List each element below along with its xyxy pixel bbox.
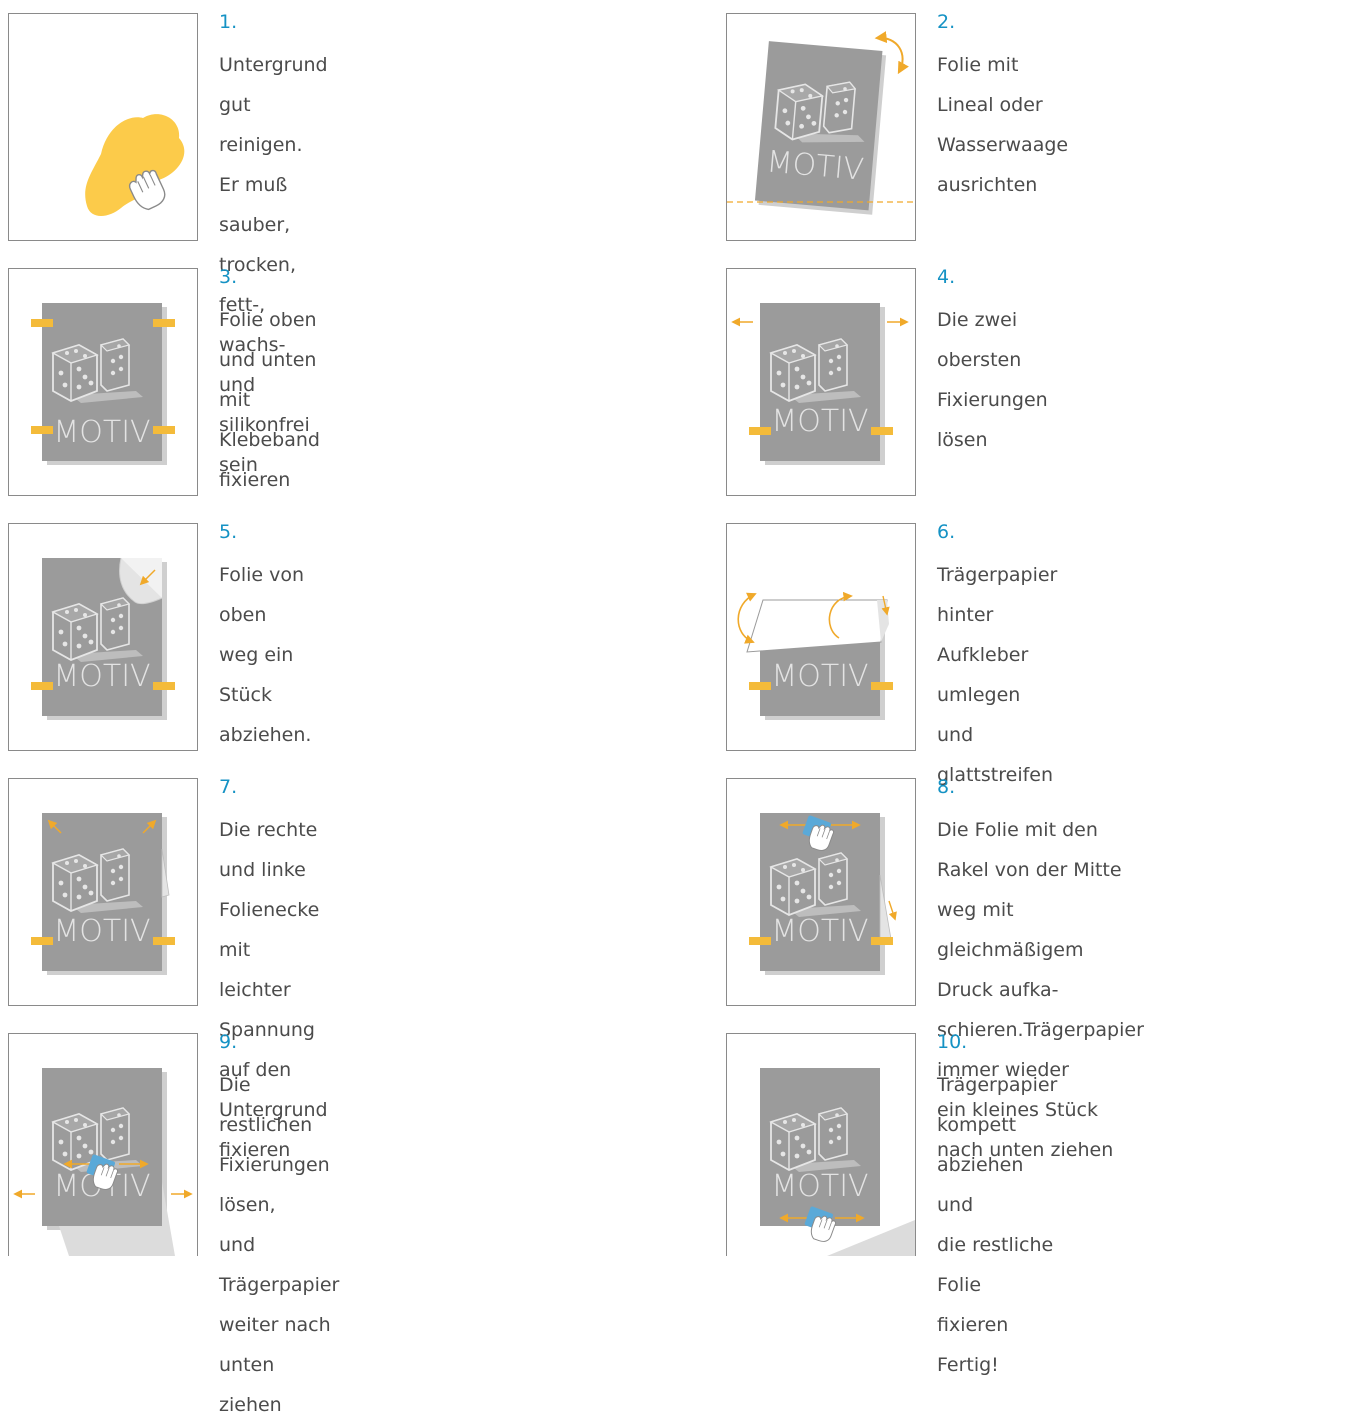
step-4-illustration: MOTIV [726, 268, 916, 496]
step-number: 1. [219, 11, 238, 33]
step-number: 8. [937, 776, 956, 798]
step-description: Folie oben und unten mit Klebeband fixie… [219, 309, 320, 491]
motif-label: MOTIV [53, 659, 150, 694]
motif-label: MOTIV [53, 914, 150, 949]
motif-label: MOTIV [771, 914, 868, 949]
step-description: Trägerpapier hinter Aufkleber umlegen un… [937, 564, 1058, 786]
step-number: 2. [937, 11, 956, 33]
step-2-illustration: MOTIV [726, 13, 916, 241]
motif-label: MOTIV [771, 1169, 868, 1204]
step-description: Folie mit Lineal oder Wasserwaage ausric… [937, 54, 1069, 196]
step-number: 3. [219, 266, 238, 288]
step-number: 9. [219, 1031, 238, 1053]
step-number: 5. [219, 521, 238, 543]
step-description: Die restlichen Fixierungen lösen, und Tr… [219, 1074, 340, 1416]
step-6-illustration: MOTIV [726, 523, 916, 751]
step-description: Trägerpapier kompett abziehen und die re… [937, 1074, 1058, 1376]
step-3-illustration: MOTIV [8, 268, 198, 496]
step-number: 7. [219, 776, 238, 798]
step-number: 10. [937, 1031, 968, 1053]
step-9-illustration: MOTIV [8, 1033, 198, 1256]
motif-label: MOTIV [53, 415, 150, 450]
motif-label: MOTIV [771, 659, 868, 694]
step-7-illustration: MOTIV [8, 778, 198, 1006]
step-number: 4. [937, 266, 956, 288]
step-number: 6. [937, 521, 956, 543]
step-description: Die zwei obersten Fixierungen lösen [937, 309, 1048, 451]
step-10-illustration: MOTIV [726, 1033, 916, 1256]
step-description: Folie von oben weg ein Stück abziehen. [219, 564, 312, 746]
motif-label: MOTIV [771, 404, 868, 439]
step-5-illustration: MOTIV [8, 523, 198, 751]
stain-shape [85, 114, 185, 216]
step-8-illustration: MOTIV [726, 778, 916, 1006]
step-1-illustration [8, 13, 198, 241]
